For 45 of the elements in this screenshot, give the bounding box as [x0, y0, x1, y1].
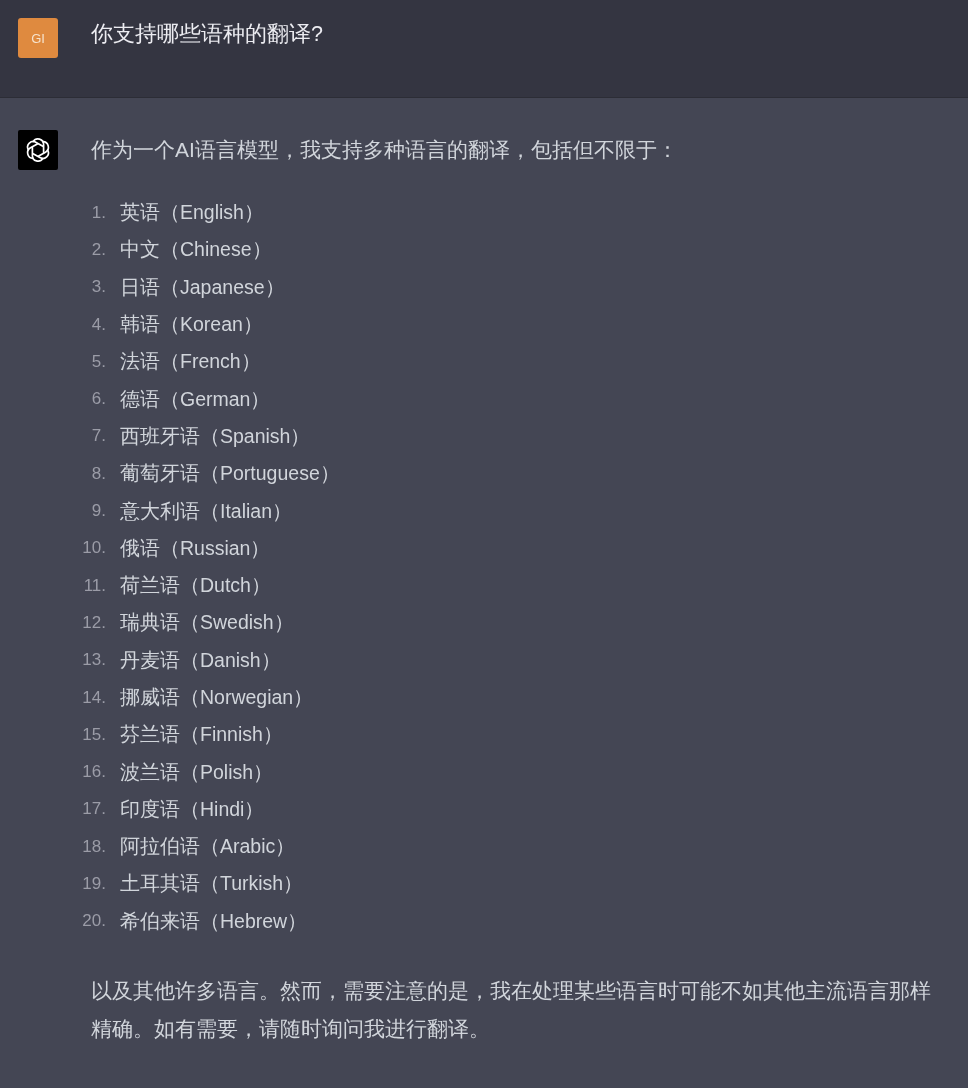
- language-item-text: 印度语（Hindi）: [120, 796, 265, 822]
- user-message-text: 你支持哪些语种的翻译?: [91, 21, 323, 48]
- language-item-text: 波兰语（Polish）: [120, 759, 274, 785]
- list-number: 6.: [90, 389, 106, 410]
- intro-text: 作为一个AI语言模型，我支持多种语言的翻译，包括但不限于：: [91, 137, 678, 163]
- list-number: 8.: [90, 463, 106, 484]
- list-number: 19.: [81, 874, 106, 894]
- language-item-text: 俄语（Russian）: [120, 535, 271, 561]
- language-item-text: 中文（Chinese）: [120, 237, 272, 263]
- language-item-text: 意大利语（Italian）: [120, 498, 293, 524]
- list-number: 17.: [81, 799, 106, 820]
- closing-text: 以及其他许多语言。然而，需要注意的是，我在处理某些语言时可能不如其他主流语言那样精确。如有需要，请随时询问我进行翻译。: [91, 977, 932, 1042]
- list-number: 13.: [81, 650, 106, 671]
- language-item-text: 英语（English）: [120, 200, 264, 226]
- list-number: 18.: [81, 836, 106, 857]
- list-number: 15.: [81, 724, 106, 745]
- list-number: 12.: [81, 612, 106, 633]
- language-item-text: 挪威语（Norwegian）: [120, 685, 314, 710]
- language-item-text: 葡萄牙语（Portuguese）: [120, 461, 340, 487]
- list-number: 11.: [82, 575, 106, 596]
- list-number: 16.: [81, 762, 106, 783]
- language-item-text: 阿拉伯语（Arabic）: [120, 834, 296, 860]
- list-number: 2.: [90, 239, 106, 260]
- list-number: 7.: [90, 426, 106, 447]
- list-number: 20.: [81, 911, 106, 932]
- language-item-text: 希伯来语（Hebrew）: [120, 908, 308, 934]
- language-item-text: 瑞典语（Swedish）: [120, 610, 294, 636]
- list-number: 9.: [90, 501, 106, 521]
- list-number: 10.: [81, 538, 106, 559]
- language-item-text: 土耳其语（Turkish）: [120, 871, 304, 897]
- language-item-text: 芬兰语（Finnish）: [120, 722, 283, 748]
- assistant-logo-icon: [18, 130, 58, 170]
- language-item-text: 荷兰语（Dutch）: [120, 573, 271, 599]
- language-item-text: 法语（French）: [120, 349, 261, 375]
- list-number: 1.: [90, 202, 106, 223]
- language-item-text: 西班牙语（Spanish）: [120, 423, 311, 449]
- language-item-text: 丹麦语（Danish）: [120, 647, 281, 673]
- language-item-text: 日语（Japanese）: [120, 274, 285, 300]
- list-number: 3.: [90, 277, 106, 298]
- list-number: 14.: [81, 687, 106, 708]
- user-avatar: GI: [18, 18, 58, 58]
- language-item-text: 韩语（Korean）: [120, 312, 263, 338]
- list-number: 5.: [90, 351, 106, 372]
- language-item-text: 德语（German）: [120, 386, 271, 412]
- list-number: 4.: [90, 314, 106, 335]
